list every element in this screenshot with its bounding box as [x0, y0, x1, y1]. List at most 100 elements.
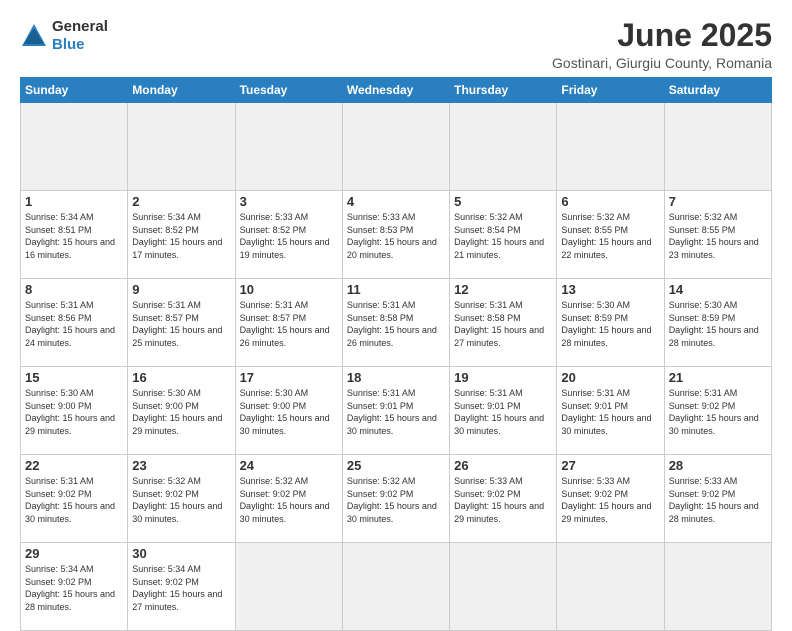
calendar-row: 15 Sunrise: 5:30 AMSunset: 9:00 PMDayligh… — [21, 367, 772, 455]
day-info: Sunrise: 5:33 AMSunset: 8:53 PMDaylight:… — [347, 211, 445, 261]
table-row — [235, 103, 342, 191]
table-row: 24Sunrise: 5:32 AMSunset: 9:02 PMDayligh… — [235, 455, 342, 543]
table-row: 17 Sunrise: 5:30 AMSunset: 9:00 PMDayligh… — [235, 367, 342, 455]
col-monday: Monday — [128, 78, 235, 103]
table-row: 5 Sunrise: 5:32 AMSunset: 8:54 PMDaylight… — [450, 191, 557, 279]
table-row: 6 Sunrise: 5:32 AMSunset: 8:55 PMDaylight… — [557, 191, 664, 279]
col-thursday: Thursday — [450, 78, 557, 103]
title-block: June 2025 Gostinari, Giurgiu County, Rom… — [552, 18, 772, 71]
day-number: 28 — [669, 458, 767, 473]
table-row: 27Sunrise: 5:33 AMSunset: 9:02 PMDayligh… — [557, 455, 664, 543]
table-row — [557, 543, 664, 631]
table-row: 3Sunrise: 5:33 AMSunset: 8:52 PMDaylight… — [235, 191, 342, 279]
day-number: 18 — [347, 370, 445, 385]
day-number: 26 — [454, 458, 552, 473]
table-row — [664, 543, 771, 631]
day-number: 6 — [561, 194, 659, 209]
day-number: 4 — [347, 194, 445, 209]
day-number: 1 — [25, 194, 123, 209]
logo-blue: Blue — [52, 36, 85, 53]
table-row: 13 Sunrise: 5:30 AMSunset: 8:59 PMDayligh… — [557, 279, 664, 367]
day-info: Sunrise: 5:32 AMSunset: 8:55 PMDaylight:… — [561, 211, 659, 261]
table-row: 2 Sunrise: 5:34 AMSunset: 8:52 PMDaylight… — [128, 191, 235, 279]
day-number: 21 — [669, 370, 767, 385]
calendar-row: 8Sunrise: 5:31 AMSunset: 8:56 PMDaylight… — [21, 279, 772, 367]
day-info: Sunrise: 5:34 AMSunset: 9:02 PMDaylight:… — [132, 563, 230, 613]
day-number: 9 — [132, 282, 230, 297]
day-info: Sunrise: 5:31 AMSunset: 8:58 PMDaylight:… — [454, 299, 552, 349]
day-number: 25 — [347, 458, 445, 473]
table-row: 9Sunrise: 5:31 AMSunset: 8:57 PMDaylight… — [128, 279, 235, 367]
col-tuesday: Tuesday — [235, 78, 342, 103]
day-number: 8 — [25, 282, 123, 297]
table-row — [128, 103, 235, 191]
calendar-row: 22Sunrise: 5:31 AMSunset: 9:02 PMDayligh… — [21, 455, 772, 543]
table-row: 21 Sunrise: 5:31 AMSunset: 9:02 PMDayligh… — [664, 367, 771, 455]
table-row — [450, 103, 557, 191]
col-friday: Friday — [557, 78, 664, 103]
table-row — [664, 103, 771, 191]
month-title: June 2025 — [552, 18, 772, 53]
day-number: 23 — [132, 458, 230, 473]
day-info: Sunrise: 5:31 AMSunset: 8:58 PMDaylight:… — [347, 299, 445, 349]
table-row: 8Sunrise: 5:31 AMSunset: 8:56 PMDaylight… — [21, 279, 128, 367]
day-info: Sunrise: 5:31 AMSunset: 9:02 PMDaylight:… — [669, 387, 767, 437]
day-info: Sunrise: 5:30 AMSunset: 9:00 PMDaylight:… — [240, 387, 338, 437]
table-row — [342, 543, 449, 631]
table-row: 7 Sunrise: 5:32 AMSunset: 8:55 PMDaylight… — [664, 191, 771, 279]
day-info: Sunrise: 5:30 AMSunset: 8:59 PMDaylight:… — [669, 299, 767, 349]
day-number: 5 — [454, 194, 552, 209]
day-info: Sunrise: 5:34 AMSunset: 8:52 PMDaylight:… — [132, 211, 230, 261]
calendar-header-row: Sunday Monday Tuesday Wednesday Thursday… — [21, 78, 772, 103]
day-number: 2 — [132, 194, 230, 209]
col-saturday: Saturday — [664, 78, 771, 103]
day-info: Sunrise: 5:31 AMSunset: 8:57 PMDaylight:… — [240, 299, 338, 349]
day-info: Sunrise: 5:32 AMSunset: 9:02 PMDaylight:… — [347, 475, 445, 525]
table-row: 19Sunrise: 5:31 AMSunset: 9:01 PMDayligh… — [450, 367, 557, 455]
table-row: 26Sunrise: 5:33 AMSunset: 9:02 PMDayligh… — [450, 455, 557, 543]
table-row: 30Sunrise: 5:34 AMSunset: 9:02 PMDayligh… — [128, 543, 235, 631]
day-info: Sunrise: 5:34 AMSunset: 8:51 PMDaylight:… — [25, 211, 123, 261]
day-number: 17 — [240, 370, 338, 385]
calendar-table: Sunday Monday Tuesday Wednesday Thursday… — [20, 77, 772, 631]
day-number: 24 — [240, 458, 338, 473]
table-row: 4 Sunrise: 5:33 AMSunset: 8:53 PMDaylight… — [342, 191, 449, 279]
table-row: 15Sunrise: 5:30 AMSunset: 9:00 PMDayligh… — [21, 367, 128, 455]
day-info: Sunrise: 5:32 AMSunset: 8:55 PMDaylight:… — [669, 211, 767, 261]
calendar-row — [21, 103, 772, 191]
day-number: 14 — [669, 282, 767, 297]
table-row: 11Sunrise: 5:31 AMSunset: 8:58 PMDayligh… — [342, 279, 449, 367]
table-row: 18 Sunrise: 5:31 AMSunset: 9:01 PMDayligh… — [342, 367, 449, 455]
day-info: Sunrise: 5:33 AMSunset: 9:02 PMDaylight:… — [669, 475, 767, 525]
day-number: 22 — [25, 458, 123, 473]
day-number: 10 — [240, 282, 338, 297]
logo: General Blue — [20, 18, 108, 54]
day-info: Sunrise: 5:31 AMSunset: 9:01 PMDaylight:… — [561, 387, 659, 437]
col-wednesday: Wednesday — [342, 78, 449, 103]
table-row: 20 Sunrise: 5:31 AMSunset: 9:01 PMDayligh… — [557, 367, 664, 455]
table-row: 10 Sunrise: 5:31 AMSunset: 8:57 PMDayligh… — [235, 279, 342, 367]
day-number: 7 — [669, 194, 767, 209]
day-info: Sunrise: 5:31 AMSunset: 9:01 PMDaylight:… — [347, 387, 445, 437]
day-info: Sunrise: 5:33 AMSunset: 9:02 PMDaylight:… — [561, 475, 659, 525]
day-number: 29 — [25, 546, 123, 561]
table-row: 28 Sunrise: 5:33 AMSunset: 9:02 PMDayligh… — [664, 455, 771, 543]
table-row — [235, 543, 342, 631]
table-row: 16Sunrise: 5:30 AMSunset: 9:00 PMDayligh… — [128, 367, 235, 455]
day-info: Sunrise: 5:30 AMSunset: 8:59 PMDaylight:… — [561, 299, 659, 349]
day-info: Sunrise: 5:32 AMSunset: 8:54 PMDaylight:… — [454, 211, 552, 261]
day-number: 15 — [25, 370, 123, 385]
table-row: 25 Sunrise: 5:32 AMSunset: 9:02 PMDayligh… — [342, 455, 449, 543]
table-row: 29Sunrise: 5:34 AMSunset: 9:02 PMDayligh… — [21, 543, 128, 631]
calendar-page: General Blue June 2025 Gostinari, Giurgi… — [0, 0, 792, 612]
day-number: 12 — [454, 282, 552, 297]
table-row: 23Sunrise: 5:32 AMSunset: 9:02 PMDayligh… — [128, 455, 235, 543]
calendar-row: 29 Sunrise: 5:34 AMSunset: 9:02 PMDayligh… — [21, 543, 772, 631]
day-number: 13 — [561, 282, 659, 297]
table-row: 14 Sunrise: 5:30 AMSunset: 8:59 PMDayligh… — [664, 279, 771, 367]
day-number: 20 — [561, 370, 659, 385]
table-row — [342, 103, 449, 191]
day-info: Sunrise: 5:30 AMSunset: 9:00 PMDaylight:… — [132, 387, 230, 437]
table-row: 1 Sunrise: 5:34 AMSunset: 8:51 PMDaylight… — [21, 191, 128, 279]
logo-icon — [20, 22, 48, 50]
